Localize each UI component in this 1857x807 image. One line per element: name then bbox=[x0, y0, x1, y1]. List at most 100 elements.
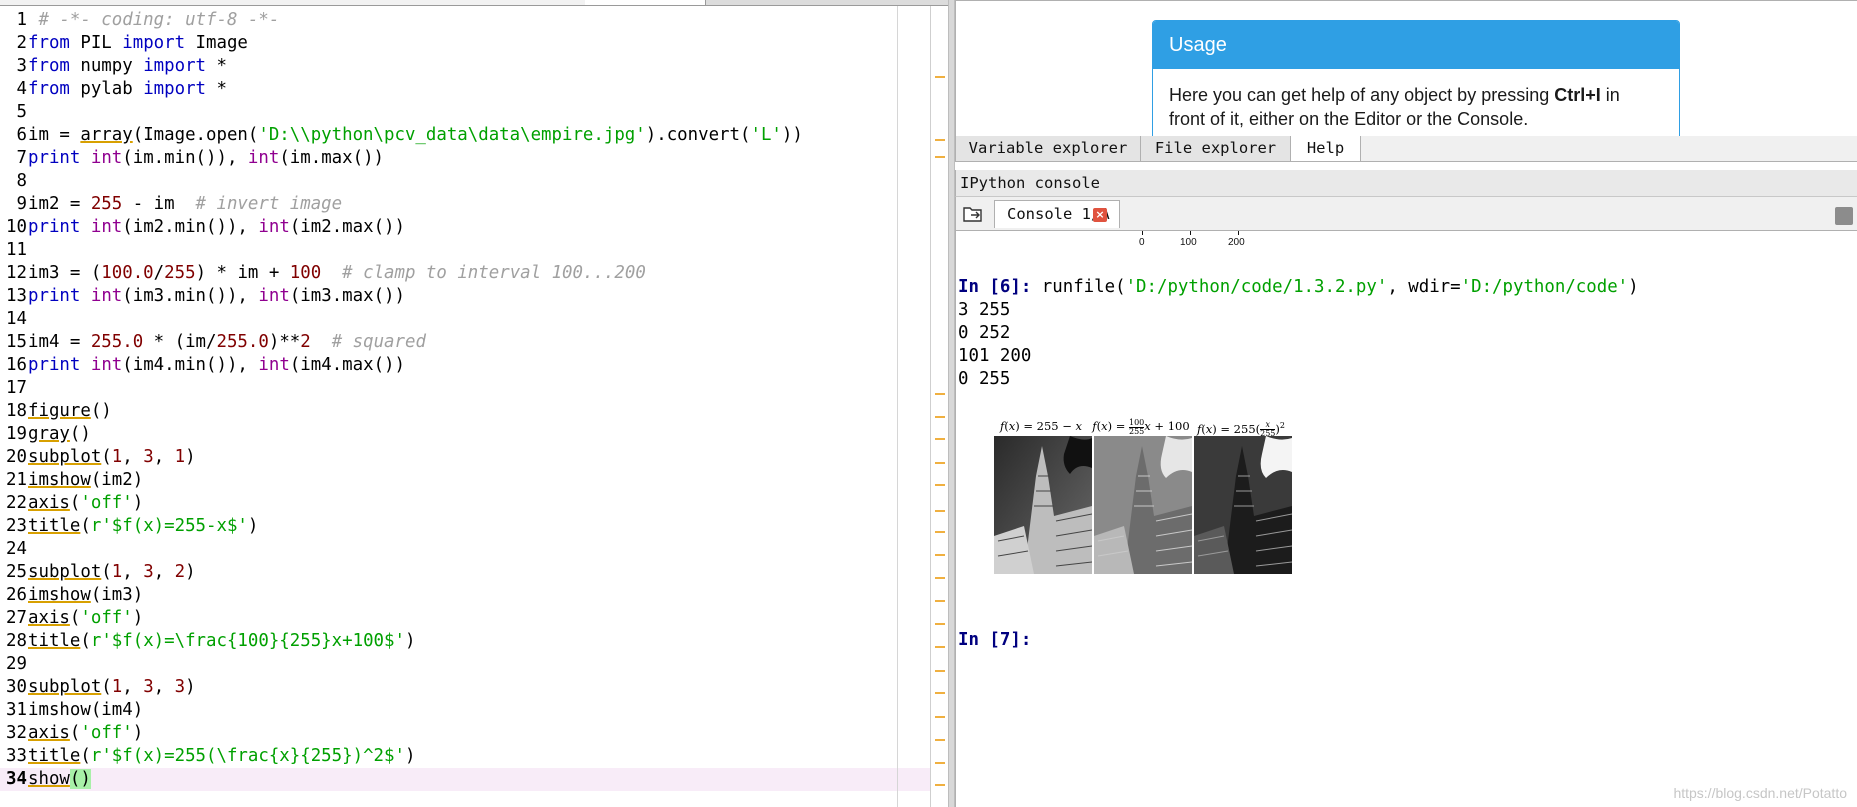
editor-scrollbar[interactable] bbox=[930, 6, 948, 807]
tab-variable-explorer[interactable]: Variable explorer bbox=[956, 136, 1141, 161]
code-builtin: int bbox=[258, 355, 290, 375]
usage-card: Usage Here you can get help of any objec… bbox=[1152, 20, 1680, 136]
code-text: ( bbox=[80, 516, 91, 536]
code-function: title bbox=[28, 746, 81, 766]
console-code: , wdir= bbox=[1387, 277, 1461, 297]
tab-file-explorer[interactable]: File explorer bbox=[1141, 136, 1291, 161]
tab-help[interactable]: Help bbox=[1291, 136, 1361, 161]
line-number: 4 bbox=[16, 79, 27, 99]
code-text: ( bbox=[69, 493, 81, 513]
code-text: ) bbox=[132, 608, 144, 628]
code-builtin: int bbox=[90, 286, 123, 306]
usage-text-part: Here you can get help of any object by p… bbox=[1169, 85, 1555, 105]
subplot-title: f(x) = 255 − x bbox=[986, 418, 1096, 434]
console-output-line: 0 252 bbox=[958, 323, 1011, 343]
console-output[interactable]: 0 100 200 In [6]: runfile('D:/python/cod… bbox=[955, 231, 1857, 807]
line-number: 5 bbox=[16, 102, 27, 122]
console-code: ) bbox=[1628, 277, 1639, 297]
watermark: https://blog.csdn.net/Potatto bbox=[1673, 785, 1847, 801]
code-function: imshow bbox=[28, 700, 91, 720]
options-menu-icon[interactable] bbox=[1835, 207, 1853, 225]
editor-tab-active[interactable] bbox=[585, 0, 706, 5]
title-fraction: 100 255 bbox=[1129, 418, 1145, 436]
code-keyword: import bbox=[122, 33, 186, 53]
editor-tab[interactable] bbox=[310, 0, 586, 5]
code-text: ( bbox=[80, 631, 91, 651]
line-number: 2 bbox=[16, 33, 27, 53]
code-builtin: int bbox=[90, 355, 123, 375]
pane-splitter[interactable] bbox=[948, 0, 955, 807]
code-text: ( bbox=[101, 447, 112, 467]
code-line: 18figure() bbox=[0, 400, 948, 423]
scroll-warning-marker bbox=[935, 76, 945, 78]
code-line: 25subplot(1, 3, 2) bbox=[0, 561, 948, 584]
console-code: runfile( bbox=[1031, 277, 1126, 297]
title-x: x bbox=[1075, 419, 1083, 433]
code-keyword: print bbox=[28, 217, 81, 237]
code-number: 1 bbox=[174, 447, 186, 467]
scroll-warning-marker bbox=[935, 393, 945, 395]
code-line: 16print int(im4.min()), int(im4.max()) bbox=[0, 354, 948, 377]
console-input-line: In [6]: runfile('D:/python/code/1.3.2.py… bbox=[958, 276, 1639, 299]
scroll-warning-marker bbox=[935, 554, 945, 556]
scroll-warning-marker bbox=[935, 692, 945, 694]
code-text: , bbox=[122, 447, 144, 467]
scroll-warning-marker bbox=[935, 600, 945, 602]
code-string: 'off' bbox=[80, 608, 133, 628]
scroll-warning-marker bbox=[935, 646, 945, 648]
help-pane: Usage Here you can get help of any objec… bbox=[955, 0, 1857, 136]
code-function: subplot bbox=[28, 677, 102, 697]
code-line: 2from PIL import Image bbox=[0, 32, 948, 55]
line-number: 19 bbox=[6, 424, 27, 444]
code-comment: # clamp to interval 100...200 bbox=[342, 263, 646, 283]
scroll-warning-marker bbox=[935, 531, 945, 533]
close-icon[interactable]: × bbox=[1093, 208, 1107, 222]
line-number: 29 bbox=[6, 654, 27, 674]
editor-tab[interactable] bbox=[0, 0, 311, 5]
line-number: 13 bbox=[6, 286, 27, 306]
code-text: (im.min()), bbox=[122, 148, 248, 168]
code-text: * bbox=[206, 56, 227, 76]
code-number: 1 bbox=[111, 677, 123, 697]
code-line: 8 bbox=[0, 170, 948, 193]
pane-tabbar: Variable explorer File explorer Help bbox=[955, 136, 1857, 162]
code-text: im2 = bbox=[28, 194, 91, 214]
code-area[interactable]: 1 # -*- coding: utf-8 -*- 2from PIL impo… bbox=[0, 9, 948, 791]
code-keyword: from bbox=[28, 33, 70, 53]
code-function: imshow bbox=[28, 585, 91, 605]
scroll-warning-marker bbox=[935, 510, 945, 512]
code-text: ) bbox=[185, 447, 196, 467]
scroll-warning-marker bbox=[935, 739, 945, 741]
code-text: )) bbox=[781, 125, 803, 145]
code-line: 5 bbox=[0, 101, 948, 124]
code-line: 6im = array(Image.open('D:\\python\pcv_d… bbox=[0, 124, 948, 147]
code-text: ) bbox=[247, 516, 259, 536]
usage-text-part: front of it, either on the Editor or the… bbox=[1169, 109, 1529, 129]
code-text: (im4) bbox=[90, 700, 144, 720]
code-text: (im3.min()), bbox=[122, 286, 259, 306]
frac-den: 255 bbox=[1129, 426, 1145, 436]
line-number: 30 bbox=[6, 677, 27, 697]
code-text: ) bbox=[185, 562, 196, 582]
code-text: ) bbox=[185, 677, 196, 697]
code-text: im4 = bbox=[28, 332, 91, 352]
code-string: r'$f(x)=255-x$' bbox=[90, 516, 248, 536]
code-number: 3 bbox=[143, 562, 154, 582]
code-text: ( bbox=[80, 746, 91, 766]
console-tab[interactable]: Console 1/A × bbox=[994, 200, 1120, 228]
scroll-warning-marker bbox=[935, 577, 945, 579]
line-number: 1 bbox=[16, 10, 27, 30]
code-string: 'D:\\python\pcv_data\data\empire.jpg' bbox=[258, 125, 646, 145]
code-editor[interactable]: 1 # -*- coding: utf-8 -*- 2from PIL impo… bbox=[0, 0, 948, 807]
code-string: 'L' bbox=[750, 125, 782, 145]
console-output-line: 0 255 bbox=[958, 369, 1011, 389]
title-text: ) = 255 − bbox=[1015, 419, 1076, 433]
browse-tabs-icon[interactable] bbox=[962, 204, 984, 224]
subplot-title: f(x) = 100 255 x + 100 bbox=[1086, 418, 1196, 436]
code-number: 255.0 bbox=[216, 332, 269, 352]
code-line: 31imshow(im4) bbox=[0, 699, 948, 722]
code-string: 'off' bbox=[80, 723, 133, 743]
code-keyword: import bbox=[143, 56, 207, 76]
code-line: 27axis('off') bbox=[0, 607, 948, 630]
